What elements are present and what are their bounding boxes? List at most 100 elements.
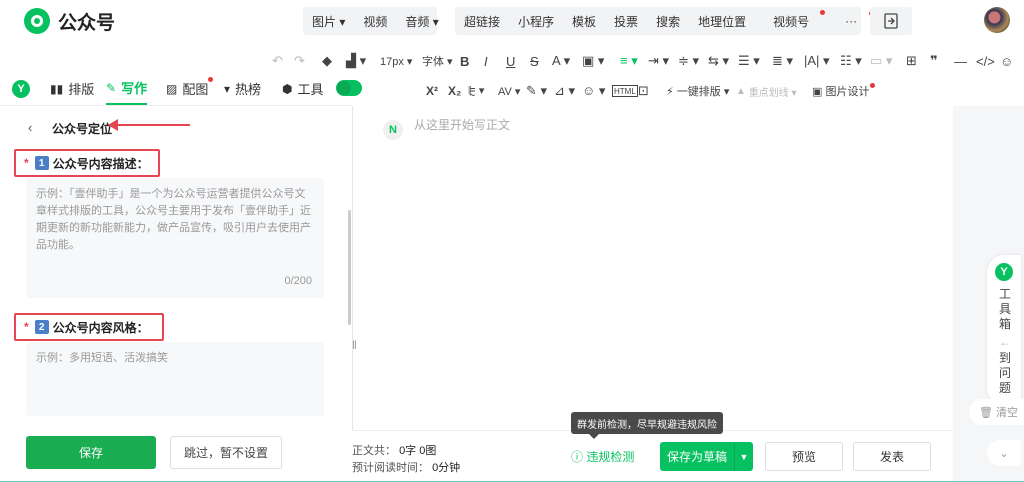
- image-icon: ▨: [166, 81, 178, 96]
- highlight-label: 重点划线 ▾: [748, 87, 797, 99]
- divider-icon[interactable]: —: [954, 50, 967, 72]
- char-spacing-icon[interactable]: AV ▾: [498, 80, 520, 102]
- tab-tools[interactable]: ⬢ 工具: [282, 72, 324, 105]
- notification-dot: [208, 77, 214, 82]
- chevron-down-icon[interactable]: ▼: [734, 442, 753, 471]
- insert-template-button[interactable]: 模板: [563, 13, 605, 30]
- positioning-panel: ‹ 公众号定位 * 1 公众号内容描述： 示例：「壹伴助手」是一个为公众号运营者…: [0, 106, 352, 482]
- resize-handle-icon[interactable]: ‖: [352, 338, 357, 352]
- issues-char: 到: [999, 351, 1012, 365]
- number-badge: 2: [34, 320, 49, 334]
- save-draft-label: 保存为草稿: [666, 450, 727, 464]
- import-article-button[interactable]: [870, 7, 912, 35]
- tab-images[interactable]: ▨ 配图: [166, 72, 214, 105]
- insert-location-button[interactable]: 地理位置: [689, 13, 755, 30]
- font-family-select[interactable]: 字体 ▾: [422, 50, 453, 72]
- clear-format-icon[interactable]: ▟ ▾: [346, 50, 366, 72]
- insert-image-menu[interactable]: 图片 ▾: [303, 13, 354, 30]
- app-logo[interactable]: 公众号: [24, 8, 115, 34]
- panel-scrollbar[interactable]: [348, 210, 351, 325]
- underline-button[interactable]: U: [506, 50, 515, 72]
- avatar[interactable]: [984, 7, 1010, 33]
- tab-layout[interactable]: ▮▮ 排版: [50, 72, 94, 105]
- numbered-list-icon[interactable]: ▭ ▾: [870, 50, 892, 72]
- bold-button[interactable]: B: [460, 50, 469, 72]
- side-tabs: Y ▮▮ 排版 ✎ 写作 ▨ 配图 ▾ 热榜 ⬢ 工具: [0, 72, 362, 106]
- indent-icon[interactable]: ⇥ ▾: [648, 50, 669, 72]
- preview-button[interactable]: 预览: [765, 442, 843, 471]
- save-button[interactable]: 保存: [26, 436, 156, 469]
- undo-icon[interactable]: ↶: [272, 50, 283, 72]
- text-format-icon[interactable]: ꕟ ▾: [468, 80, 484, 102]
- style-textarea[interactable]: 示例：多用短语、活泼搞笑: [26, 342, 324, 416]
- text-direction-icon[interactable]: |A| ▾: [804, 50, 830, 72]
- left-arrow-icon: ←: [999, 335, 1011, 349]
- toolbox-label: 工 具 箱: [999, 287, 1011, 332]
- style-field-label: * 2 公众号内容风格：: [14, 313, 164, 341]
- skip-button[interactable]: 跳过，暂不设置: [170, 436, 282, 469]
- align-center-icon[interactable]: ≑ ▾: [678, 50, 699, 72]
- tab-label: 配图: [182, 82, 209, 97]
- one-click-format-button[interactable]: ⚡ 一键排版 ▾: [666, 80, 729, 102]
- word-count-info: 正文共： 0字 0图 预计阅读时间： 0分钟: [352, 443, 460, 477]
- subscript-button[interactable]: X₂: [448, 80, 461, 102]
- bulleted-list-icon[interactable]: ☷ ▾: [840, 50, 862, 72]
- redo-icon[interactable]: ↷: [294, 50, 305, 72]
- superscript-button[interactable]: X²: [426, 80, 438, 102]
- save-draft-button[interactable]: 保存为草稿 ▼: [660, 442, 753, 471]
- emoji-picker-icon[interactable]: ☺ ▾: [582, 80, 605, 102]
- issues-label: 到 问 题: [999, 351, 1011, 396]
- clipboard-icon[interactable]: ⊡: [638, 80, 649, 102]
- number-badge: 1: [34, 156, 49, 170]
- image-design-button[interactable]: ▣ 图片设计: [812, 80, 876, 102]
- tab-label: 写作: [121, 81, 148, 96]
- panel-toggle[interactable]: [336, 80, 362, 96]
- background-color-icon[interactable]: ▣ ▾: [582, 50, 604, 72]
- tab-hot-list[interactable]: ▾ 热榜: [224, 72, 261, 105]
- emoji-icon[interactable]: ☺: [1000, 50, 1013, 72]
- toolbox-panel[interactable]: Y 工 具 箱 ← 到 问 题: [987, 255, 1021, 405]
- clear-label: 清空: [996, 407, 1019, 419]
- one-click-format-label: 一键排版 ▾: [676, 86, 730, 98]
- insert-chart-icon[interactable]: ⊿ ▾: [554, 80, 575, 102]
- letter-spacing-icon[interactable]: ⇆ ▾: [708, 50, 729, 72]
- highlight-button[interactable]: ▲ 重点划线 ▾: [736, 80, 797, 102]
- font-color-icon[interactable]: A ▾: [552, 50, 570, 72]
- insert-channels-button[interactable]: 视频号: [755, 9, 827, 30]
- format-painter-icon[interactable]: ◆: [322, 50, 332, 72]
- tab-label: 热榜: [235, 82, 262, 97]
- clear-button[interactable]: 🗑 清空: [969, 399, 1024, 425]
- description-textarea[interactable]: 示例：「壹伴助手」是一个为公众号运营者提供公众号文章样式排版的工具，公众号主要用…: [26, 178, 324, 298]
- collapse-chevron-icon[interactable]: ⌄: [987, 440, 1021, 466]
- insert-video-button[interactable]: 视频: [354, 13, 396, 30]
- compliance-check-link[interactable]: ⓘ 违规检测: [571, 448, 634, 465]
- table-icon[interactable]: ⊞: [906, 50, 917, 72]
- insert-audio-menu[interactable]: 音频 ▾: [396, 13, 447, 30]
- italic-button[interactable]: I: [484, 50, 488, 72]
- quote-icon[interactable]: ❞: [930, 50, 938, 72]
- panel-title: 公众号定位: [52, 122, 113, 136]
- strikethrough-button[interactable]: S: [530, 50, 539, 72]
- field-label-text: 公众号内容描述：: [52, 156, 149, 171]
- magic-wand-icon[interactable]: ✎ ▾: [526, 80, 547, 102]
- word-count-label: 正文共：: [352, 445, 396, 457]
- format-toolbar-row2: X² X₂ ꕟ ▾ AV ▾ ✎ ▾ ⊿ ▾ ☺ ▾ HTML ⊡ ⚡ 一键排版…: [420, 80, 1024, 102]
- code-icon[interactable]: </>: [976, 50, 995, 72]
- notification-dot: [820, 9, 826, 15]
- line-height-icon[interactable]: ☰ ▾: [738, 50, 760, 72]
- paragraph-spacing-icon[interactable]: ≣ ▾: [772, 50, 793, 72]
- tab-write[interactable]: ✎ 写作: [106, 72, 148, 105]
- insert-link-button[interactable]: 超链接: [455, 13, 509, 30]
- insert-miniprogram-button[interactable]: 小程序: [509, 13, 563, 30]
- image-design-label: 图片设计: [825, 86, 870, 98]
- back-arrow-icon[interactable]: ‹: [28, 120, 32, 135]
- font-size-select[interactable]: 17px ▾: [380, 50, 412, 72]
- html-icon[interactable]: HTML: [612, 85, 638, 97]
- insert-vote-button[interactable]: 投票: [605, 13, 647, 30]
- insert-search-button[interactable]: 搜索: [647, 13, 689, 30]
- align-left-icon[interactable]: ≡ ▾: [620, 50, 638, 72]
- publish-button[interactable]: 发表: [853, 442, 931, 471]
- more-menu-button[interactable]: ···: [827, 11, 875, 28]
- yiban-logo-icon[interactable]: Y: [12, 80, 30, 98]
- editor-body[interactable]: 从这里开始写正文: [414, 116, 510, 133]
